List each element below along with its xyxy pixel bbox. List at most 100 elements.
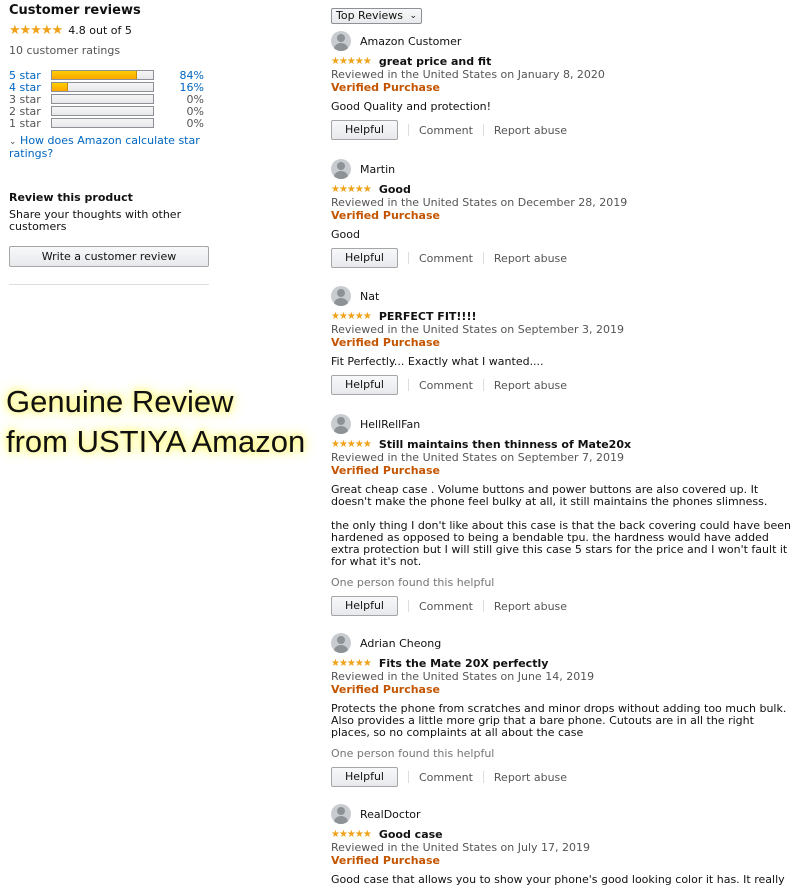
review-paragraph: Great cheap case . Volume buttons and po…: [331, 483, 768, 508]
author-name[interactable]: Amazon Customer: [360, 35, 461, 48]
verified-badge[interactable]: Verified Purchase: [331, 81, 791, 95]
review-actions: Helpful Comment Report abuse: [331, 120, 791, 140]
action-divider: [408, 252, 409, 264]
review-title-row: ★★★★★ great price and fit: [331, 55, 791, 68]
histogram-row-2: 2 star 0%: [9, 105, 204, 118]
histogram-row-4[interactable]: 4 star 16%: [9, 81, 204, 94]
review-item: Adrian Cheong ★★★★★ Fits the Mate 20X pe…: [331, 633, 791, 787]
watermark-line-2: from USTIYA Amazon: [6, 424, 306, 459]
verified-badge[interactable]: Verified Purchase: [331, 464, 791, 478]
report-abuse-link[interactable]: Report abuse: [494, 379, 567, 392]
review-title-row: ★★★★★ Fits the Mate 20X perfectly: [331, 657, 791, 670]
review-title-row: ★★★★★ Still maintains then thinness of M…: [331, 438, 791, 451]
comment-link[interactable]: Comment: [419, 600, 473, 613]
verified-badge[interactable]: Verified Purchase: [331, 336, 791, 350]
review-date: Reviewed in the United States on Septemb…: [331, 323, 625, 336]
review-stars-icon: ★★★★★: [331, 310, 372, 322]
histogram-row-3: 3 star 0%: [9, 93, 204, 106]
author-name[interactable]: Nat: [360, 290, 379, 303]
report-abuse-link[interactable]: Report abuse: [494, 252, 567, 265]
review-date: Reviewed in the United States on July 17…: [331, 841, 591, 854]
review-item: RealDoctor ★★★★★ Good case Reviewed in t…: [331, 804, 791, 886]
review-actions: Helpful Comment Report abuse: [331, 375, 791, 395]
review-author[interactable]: RealDoctor: [331, 804, 791, 824]
average-rating[interactable]: ★★★★★ 4.8 out of 5: [9, 23, 132, 38]
histogram-fill: [52, 83, 69, 91]
helpful-count-text: One person found this helpful: [331, 747, 495, 760]
action-divider: [408, 600, 409, 612]
share-thoughts-text: Share your thoughts with other customers: [9, 208, 182, 233]
helpful-button[interactable]: Helpful: [331, 120, 398, 140]
review-actions: Helpful Comment Report abuse: [331, 248, 791, 268]
review-date: Reviewed in the United States on June 14…: [331, 670, 595, 683]
review-date: Reviewed in the United States on January…: [331, 68, 605, 81]
histogram-row-5[interactable]: 5 star 84%: [9, 69, 204, 82]
review-body: Good Quality and protection!: [331, 101, 791, 113]
chevron-down-icon: ⌄: [409, 11, 418, 21]
action-divider: [408, 379, 409, 391]
review-title[interactable]: Good: [379, 183, 411, 196]
avatar-icon: [331, 804, 351, 824]
review-title-row: ★★★★★ Good case: [331, 828, 791, 841]
calc-link-text[interactable]: How does Amazon calculate star ratings?: [9, 134, 200, 160]
helpful-button[interactable]: Helpful: [331, 375, 398, 395]
author-name[interactable]: Adrian Cheong: [360, 637, 441, 650]
review-author[interactable]: Nat: [331, 286, 791, 306]
left-divider: [9, 284, 209, 285]
sort-dropdown[interactable]: Top Reviews ⌄: [331, 8, 423, 24]
chevron-down-icon: ⌄: [9, 137, 17, 147]
review-body: Good case that allows you to show your p…: [331, 874, 791, 886]
review-title[interactable]: Good case: [379, 828, 443, 841]
review-body: Protects the phone from scratches and mi…: [331, 703, 791, 739]
histogram-percent: 0%: [186, 116, 204, 130]
author-name[interactable]: Martin: [360, 163, 395, 176]
avatar-icon: [331, 159, 351, 179]
write-review-button[interactable]: Write a customer review: [9, 246, 209, 267]
verified-badge[interactable]: Verified Purchase: [331, 854, 791, 868]
review-item: Nat ★★★★★ PERFECT FIT!!!! Reviewed in th…: [331, 286, 791, 395]
helpful-button[interactable]: Helpful: [331, 248, 398, 268]
ratings-count: 10 customer ratings: [9, 44, 121, 57]
histogram-bar: [51, 118, 154, 128]
review-date: Reviewed in the United States on Decembe…: [331, 196, 628, 209]
rating-calculation-link[interactable]: ⌄ How does Amazon calculate star ratings…: [9, 135, 209, 160]
review-date: Reviewed in the United States on Septemb…: [331, 451, 625, 464]
review-item: Amazon Customer ★★★★★ great price and fi…: [331, 31, 791, 140]
author-name[interactable]: RealDoctor: [360, 808, 421, 821]
review-title[interactable]: Fits the Mate 20X perfectly: [379, 657, 549, 670]
review-author[interactable]: Adrian Cheong: [331, 633, 791, 653]
histogram-bar[interactable]: [51, 82, 154, 92]
report-abuse-link[interactable]: Report abuse: [494, 600, 567, 613]
review-body: Good: [331, 229, 791, 241]
review-product-heading: Review this product: [9, 191, 133, 204]
review-paragraph: Protects the phone from scratches and mi…: [331, 702, 787, 739]
action-divider: [482, 379, 484, 391]
review-paragraph: Fit Perfectly... Exactly what I wanted..…: [331, 355, 544, 368]
review-title[interactable]: Still maintains then thinness of Mate20x: [379, 438, 631, 451]
report-abuse-link[interactable]: Report abuse: [494, 124, 567, 137]
review-item: Martin ★★★★★ Good Reviewed in the United…: [331, 159, 791, 268]
author-name[interactable]: HellRellFan: [360, 418, 420, 431]
review-title-row: ★★★★★ Good: [331, 183, 791, 196]
verified-badge[interactable]: Verified Purchase: [331, 209, 791, 223]
helpful-button[interactable]: Helpful: [331, 767, 398, 787]
sort-selected: Top Reviews: [336, 9, 404, 22]
review-stars-icon: ★★★★★: [331, 828, 372, 840]
comment-link[interactable]: Comment: [419, 771, 473, 784]
action-divider: [482, 124, 484, 136]
comment-link[interactable]: Comment: [419, 124, 473, 137]
action-divider: [408, 771, 409, 783]
review-title-row: ★★★★★ PERFECT FIT!!!!: [331, 310, 791, 323]
comment-link[interactable]: Comment: [419, 252, 473, 265]
report-abuse-link[interactable]: Report abuse: [494, 771, 567, 784]
action-divider: [482, 600, 484, 612]
helpful-button[interactable]: Helpful: [331, 596, 398, 616]
review-author[interactable]: Amazon Customer: [331, 31, 791, 51]
histogram-bar[interactable]: [51, 70, 154, 80]
comment-link[interactable]: Comment: [419, 379, 473, 392]
review-title[interactable]: PERFECT FIT!!!!: [379, 310, 477, 323]
review-author[interactable]: Martin: [331, 159, 791, 179]
review-title[interactable]: great price and fit: [379, 55, 492, 68]
verified-badge[interactable]: Verified Purchase: [331, 683, 791, 697]
review-author[interactable]: HellRellFan: [331, 414, 791, 434]
